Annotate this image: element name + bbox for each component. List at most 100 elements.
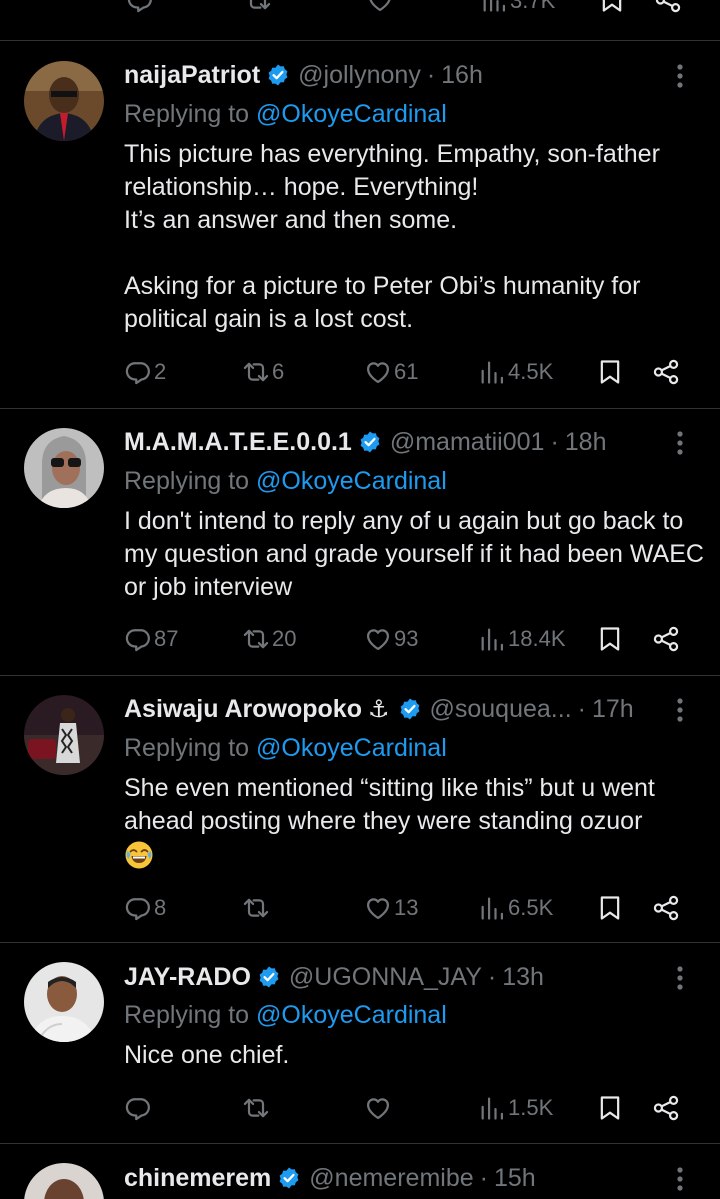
timestamp[interactable]: 17h bbox=[592, 695, 634, 724]
share-button[interactable] bbox=[652, 622, 682, 656]
tweet-header: chinemerem @nemeremibe · 15h bbox=[124, 1160, 660, 1196]
reply-button[interactable]: 87 bbox=[124, 622, 178, 656]
heart-icon bbox=[364, 1094, 392, 1122]
views-button[interactable]: 1.5K bbox=[478, 1091, 553, 1125]
tweet[interactable]: naijaPatriot @jollynony · 16h Replying t… bbox=[0, 41, 720, 408]
like-button[interactable]: 93 bbox=[364, 622, 418, 656]
bookmark-icon bbox=[596, 1094, 624, 1122]
views-icon bbox=[478, 1094, 506, 1122]
bookmark-button[interactable] bbox=[596, 622, 626, 656]
share-icon bbox=[652, 358, 680, 386]
reply-icon[interactable] bbox=[126, 0, 154, 14]
views-count: 1.5K bbox=[508, 1095, 554, 1120]
share-icon[interactable] bbox=[654, 0, 682, 14]
replying-mention[interactable]: @OkoyeCardinal bbox=[256, 734, 447, 762]
repost-icon bbox=[242, 625, 270, 653]
share-button[interactable] bbox=[652, 1091, 682, 1125]
replying-to: Replying to @OkoyeCardinal bbox=[124, 1001, 447, 1030]
repost-button[interactable] bbox=[242, 891, 272, 925]
verified-badge-icon bbox=[257, 965, 281, 989]
handle[interactable]: @UGONNA_JAY bbox=[289, 963, 482, 992]
reply-button[interactable] bbox=[124, 1091, 154, 1125]
reply-button[interactable]: 8 bbox=[124, 891, 166, 925]
avatar[interactable] bbox=[24, 695, 104, 775]
separator-dot: · bbox=[550, 427, 559, 456]
verified-badge-icon bbox=[266, 63, 290, 87]
tweet-text: This picture has everything. Empathy, so… bbox=[124, 140, 660, 333]
reply-icon bbox=[124, 894, 152, 922]
avatar[interactable] bbox=[24, 428, 104, 508]
timestamp[interactable]: 15h bbox=[494, 1164, 536, 1193]
repost-icon bbox=[242, 894, 270, 922]
display-name[interactable]: Asiwaju Arowopoko bbox=[124, 695, 362, 724]
more-vertical-icon[interactable] bbox=[668, 695, 692, 725]
tweet[interactable]: Asiwaju Arowopoko ⚓ @souquea... · 17h Re… bbox=[0, 676, 720, 942]
views-button[interactable]: 18.4K bbox=[478, 622, 566, 656]
handle[interactable]: @souquea... bbox=[430, 695, 572, 724]
tweet[interactable]: JAY-RADO @UGONNA_JAY · 13h Replying to @… bbox=[0, 943, 720, 1143]
display-name[interactable]: chinemerem bbox=[124, 1164, 271, 1193]
share-button[interactable] bbox=[652, 355, 682, 389]
reply-count: 8 bbox=[154, 895, 167, 920]
handle[interactable]: @jollynony bbox=[298, 61, 421, 90]
timestamp[interactable]: 16h bbox=[441, 61, 483, 90]
bookmark-button[interactable] bbox=[596, 1091, 626, 1125]
timestamp[interactable]: 13h bbox=[502, 963, 544, 992]
tweet[interactable]: M.A.M.A.T.E.E.0.0.1 @mamatii001 · 18h Re… bbox=[0, 409, 720, 675]
bookmark-button[interactable] bbox=[596, 891, 626, 925]
like-button[interactable]: 13 bbox=[364, 891, 418, 925]
tweet-header: M.A.M.A.T.E.E.0.0.1 @mamatii001 · 18h bbox=[124, 424, 660, 460]
tweet-header: naijaPatriot @jollynony · 16h bbox=[124, 57, 660, 93]
repost-button[interactable]: 20 bbox=[242, 622, 296, 656]
views-count: 4.5K bbox=[508, 359, 554, 384]
more-vertical-icon[interactable] bbox=[668, 963, 692, 993]
handle[interactable]: @mamatii001 bbox=[390, 428, 545, 457]
separator-dot: · bbox=[479, 1163, 488, 1192]
share-icon bbox=[652, 625, 680, 653]
heart-icon bbox=[364, 894, 392, 922]
like-button[interactable] bbox=[364, 1091, 394, 1125]
replying-mention[interactable]: @OkoyeCardinal bbox=[256, 467, 447, 495]
views-button[interactable]: 4.5K bbox=[478, 355, 553, 389]
more-vertical-icon[interactable] bbox=[668, 1164, 692, 1194]
repost-count: 6 bbox=[272, 359, 285, 384]
tweet-text: Nice one chief. bbox=[124, 1041, 290, 1069]
handle[interactable]: @nemeremibe bbox=[309, 1164, 473, 1193]
display-name[interactable]: JAY-RADO bbox=[124, 963, 251, 992]
repost-button[interactable]: 6 bbox=[242, 355, 284, 389]
bookmark-icon[interactable] bbox=[598, 0, 626, 14]
tweet-actions: 87 20 93 18.4K bbox=[124, 622, 694, 656]
like-button[interactable]: 61 bbox=[364, 355, 418, 389]
views-button[interactable]: 6.5K bbox=[478, 891, 553, 925]
display-name[interactable]: naijaPatriot bbox=[124, 61, 260, 90]
share-icon bbox=[652, 1094, 680, 1122]
tweet[interactable]: chinemerem @nemeremibe · 15h bbox=[0, 1144, 720, 1199]
bookmark-icon bbox=[596, 358, 624, 386]
views-icon[interactable] bbox=[480, 0, 508, 14]
bookmark-button[interactable] bbox=[596, 355, 626, 389]
replying-prefix: Replying to bbox=[124, 1001, 257, 1029]
views-icon bbox=[478, 358, 506, 386]
replying-mention[interactable]: @OkoyeCardinal bbox=[256, 1001, 447, 1029]
reply-button[interactable]: 2 bbox=[124, 355, 166, 389]
heart-icon[interactable] bbox=[366, 0, 394, 14]
heart-icon bbox=[364, 625, 392, 653]
avatar[interactable] bbox=[24, 962, 104, 1042]
reply-icon bbox=[124, 1094, 152, 1122]
share-button[interactable] bbox=[652, 891, 682, 925]
timestamp[interactable]: 18h bbox=[565, 428, 607, 457]
verified-badge-icon bbox=[358, 430, 382, 454]
bookmark-icon bbox=[596, 625, 624, 653]
reply-count: 2 bbox=[154, 359, 167, 384]
replying-mention[interactable]: @OkoyeCardinal bbox=[256, 100, 447, 128]
avatar[interactable] bbox=[24, 61, 104, 141]
repost-icon[interactable] bbox=[244, 0, 272, 14]
avatar[interactable] bbox=[24, 1163, 104, 1199]
replying-to: Replying to @OkoyeCardinal bbox=[124, 100, 447, 129]
repost-button[interactable] bbox=[242, 1091, 272, 1125]
display-name[interactable]: M.A.M.A.T.E.E.0.0.1 bbox=[124, 428, 352, 457]
tweet-text: I don't intend to reply any of u again b… bbox=[124, 507, 704, 601]
more-vertical-icon[interactable] bbox=[668, 428, 692, 458]
more-vertical-icon[interactable] bbox=[668, 61, 692, 91]
previous-views-count: 3.7K bbox=[510, 0, 556, 13]
